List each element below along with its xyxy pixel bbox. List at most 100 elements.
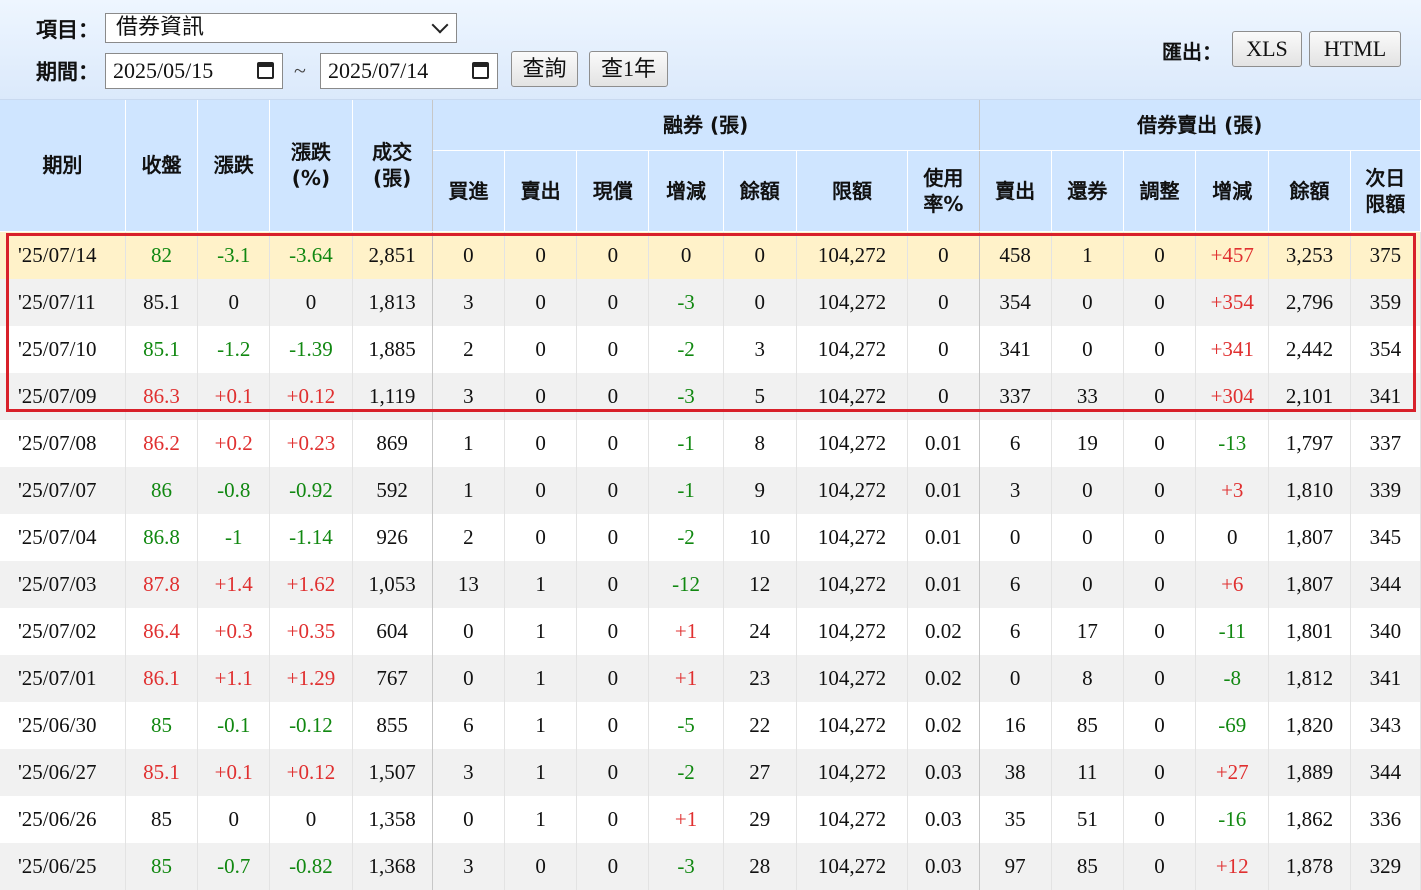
cell-mbal: 23: [723, 654, 797, 702]
cell-mdelta: -2: [648, 325, 724, 373]
cell-limit: 104,272: [796, 513, 909, 561]
cell-limit: 104,272: [796, 748, 909, 796]
cell-lsell: 35: [979, 795, 1052, 843]
cell-mbal: 5: [723, 372, 797, 420]
cell-chg: +1.4: [197, 560, 271, 608]
cell-chg: -1: [197, 513, 271, 561]
cell-cash: 0: [576, 701, 650, 749]
cell-mdelta: -3: [648, 278, 724, 326]
cell-ret: 0: [1051, 466, 1124, 514]
cell-close: 85: [125, 701, 199, 749]
cell-chg: -0.7: [197, 842, 271, 890]
cell-lbal: 2,442: [1268, 325, 1351, 373]
header-margin-delta: 增減: [648, 150, 724, 232]
cell-cash: 0: [576, 654, 650, 702]
cell-usage: 0: [907, 372, 980, 420]
header-change-pct: 漲跌(%): [269, 100, 353, 232]
item-select[interactable]: 借券資訊: [105, 13, 457, 43]
date-from-input[interactable]: 2025/05/15: [105, 53, 283, 89]
cell-lbal: 1,801: [1268, 607, 1351, 655]
header-cash-repay: 現償: [576, 150, 650, 232]
cell-mdelta: -3: [648, 372, 724, 420]
cell-adj: 0: [1123, 654, 1197, 702]
cell-next: 339: [1350, 466, 1421, 514]
cell-cash: 0: [576, 607, 650, 655]
query-one-year-button[interactable]: 查1年: [589, 51, 668, 87]
header-lend-sell: 賣出: [979, 150, 1052, 232]
cell-chg: -0.1: [197, 701, 271, 749]
cell-limit: 104,272: [796, 325, 909, 373]
cell-lsell: 458: [979, 231, 1052, 279]
cell-vol: 1,813: [352, 278, 433, 326]
cell-close: 86.1: [125, 654, 199, 702]
cell-ldelta: +27: [1195, 748, 1270, 796]
header-sell: 賣出: [504, 150, 578, 232]
cell-sell: 0: [504, 842, 578, 890]
cell-lsell: 6: [979, 560, 1052, 608]
cell-close: 87.8: [125, 560, 199, 608]
cell-close: 85: [125, 842, 199, 890]
cell-lsell: 354: [979, 278, 1052, 326]
cell-cash: 0: [576, 372, 650, 420]
cell-ret: 19: [1051, 419, 1124, 467]
cell-usage: 0.01: [907, 419, 980, 467]
cell-lbal: 1,807: [1268, 513, 1351, 561]
table-row: '25/07/02 86.4 +0.3 +0.35 604 0 1 0 +1 24 104,272 0…: [0, 607, 1421, 655]
cell-vol: 855: [352, 701, 433, 749]
header-margin-group: 融券 (張): [432, 100, 980, 151]
cell-mdelta: -12: [648, 560, 724, 608]
cell-buy: 0: [432, 654, 506, 702]
cell-usage: 0: [907, 278, 980, 326]
cell-cash: 0: [576, 560, 650, 608]
cell-cash: 0: [576, 278, 650, 326]
cell-usage: 0.02: [907, 607, 980, 655]
export-html-button[interactable]: HTML: [1309, 31, 1401, 67]
cell-mbal: 28: [723, 842, 797, 890]
cell-limit: 104,272: [796, 795, 909, 843]
table-row: '25/07/09 86.3 +0.1 +0.12 1,119 3 0 0 -3 5 104,272…: [0, 372, 1421, 420]
filter-toolbar: 項目： 借券資訊 期間： 2025/05/15 ~ 2025/07/14 查詢 …: [0, 0, 1421, 100]
cell-date: '25/07/08: [0, 419, 126, 467]
cell-date: '25/06/27: [0, 748, 126, 796]
header-next-limit-text: 次日限額: [1365, 165, 1406, 216]
cell-limit: 104,272: [796, 278, 909, 326]
query-button[interactable]: 查詢: [511, 51, 578, 87]
table-row: '25/07/03 87.8 +1.4 +1.62 1,053 13 1 0 -12 12 104,…: [0, 560, 1421, 608]
cell-mbal: 24: [723, 607, 797, 655]
cell-vol: 1,119: [352, 372, 433, 420]
cell-limit: 104,272: [796, 466, 909, 514]
cell-pct: 0: [269, 278, 353, 326]
cell-vol: 1,885: [352, 325, 433, 373]
cell-ldelta: +341: [1195, 325, 1270, 373]
cell-lsell: 97: [979, 842, 1052, 890]
cell-close: 86.2: [125, 419, 199, 467]
cell-mdelta: +1: [648, 607, 724, 655]
cell-limit: 104,272: [796, 231, 909, 279]
table-row: '25/07/14 82 -3.1 -3.64 2,851 0 0 0 0 0 104,272 0 45…: [0, 231, 1421, 279]
date-to-value: 2025/07/14: [328, 58, 429, 83]
cell-vol: 2,851: [352, 231, 433, 279]
calendar-icon[interactable]: [257, 62, 274, 79]
export-xls-button[interactable]: XLS: [1232, 31, 1302, 67]
cell-chg: -1.2: [197, 325, 271, 373]
cell-buy: 3: [432, 372, 506, 420]
date-to-input[interactable]: 2025/07/14: [320, 53, 498, 89]
period-label: 期間：: [36, 60, 99, 84]
cell-buy: 6: [432, 701, 506, 749]
cell-lsell: 0: [979, 654, 1052, 702]
cell-close: 86: [125, 466, 199, 514]
cell-close: 86.8: [125, 513, 199, 561]
cell-ret: 51: [1051, 795, 1124, 843]
cell-sell: 0: [504, 419, 578, 467]
cell-next: 344: [1350, 748, 1421, 796]
cell-buy: 0: [432, 795, 506, 843]
cell-lbal: 1,878: [1268, 842, 1351, 890]
cell-pct: -1.14: [269, 513, 353, 561]
cell-ldelta: -11: [1195, 607, 1270, 655]
cell-buy: 13: [432, 560, 506, 608]
cell-ldelta: +304: [1195, 372, 1270, 420]
header-period: 期別: [0, 100, 126, 232]
calendar-icon[interactable]: [472, 62, 489, 79]
cell-ret: 0: [1051, 560, 1124, 608]
cell-chg: -0.8: [197, 466, 271, 514]
